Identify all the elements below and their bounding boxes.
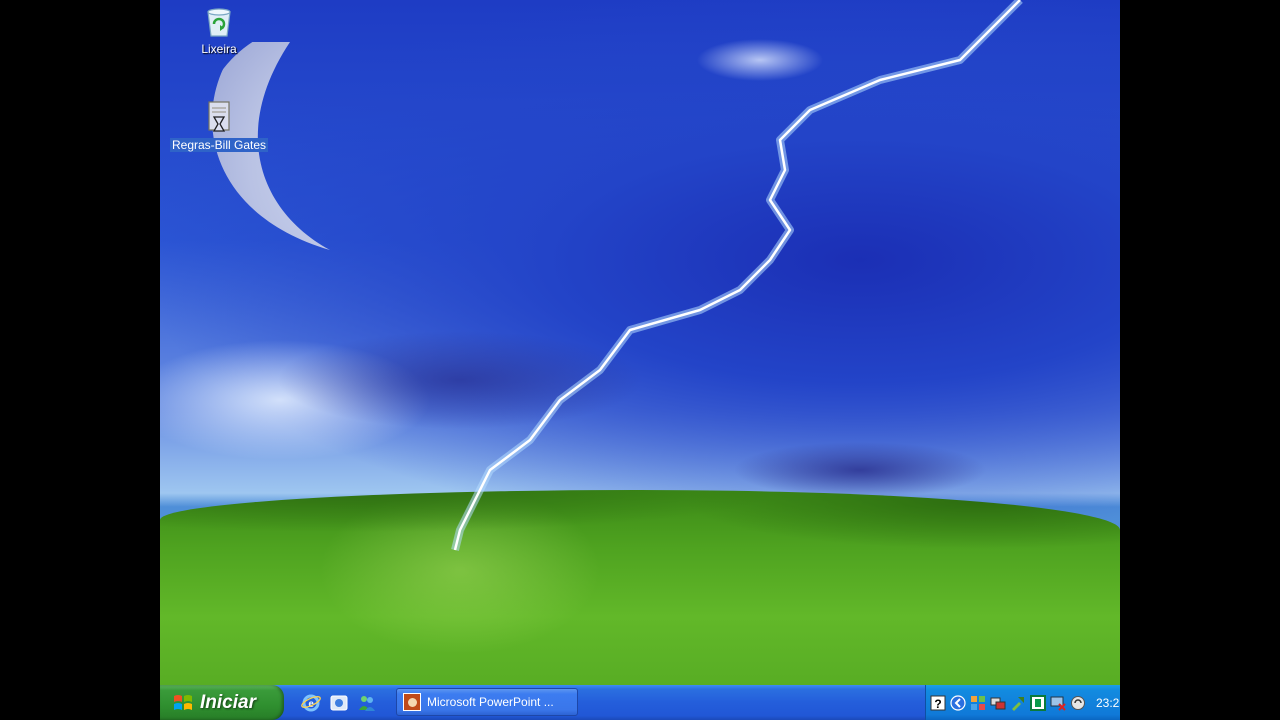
quick-launch-bar: e bbox=[300, 685, 378, 720]
desktop-icon-recycle-bin[interactable]: Lixeira bbox=[164, 4, 274, 56]
desktop-icon-document[interactable]: Regras-Bill Gates bbox=[164, 100, 274, 152]
taskbar: Iniciar e Microsoft PowerPoint ... ? 23:… bbox=[160, 685, 1120, 720]
network-icon[interactable] bbox=[970, 695, 986, 711]
svg-text:?: ? bbox=[934, 697, 941, 711]
start-button[interactable]: Iniciar bbox=[160, 685, 284, 720]
security-icon[interactable] bbox=[1030, 694, 1046, 711]
internet-explorer-icon[interactable]: e bbox=[300, 692, 322, 714]
system-tray: ? 23:27 bbox=[925, 685, 1120, 720]
powerpoint-icon bbox=[403, 693, 421, 711]
desktop-screen: Lixeira Regras-Bill Gates Iniciar e Micr… bbox=[160, 0, 1120, 720]
messenger-icon[interactable] bbox=[356, 692, 378, 714]
task-label: Microsoft PowerPoint ... bbox=[427, 695, 554, 709]
recycle-bin-icon bbox=[202, 4, 236, 38]
windows-logo-icon bbox=[174, 694, 192, 710]
show-desktop-icon[interactable] bbox=[328, 692, 350, 714]
expand-tray-icon[interactable] bbox=[950, 694, 966, 711]
tool-icon[interactable] bbox=[1010, 695, 1026, 711]
monitor-icon[interactable] bbox=[1050, 695, 1066, 711]
clock[interactable]: 23:27 bbox=[1096, 696, 1120, 710]
lightning-graphic bbox=[451, 0, 1023, 551]
desktop-icon-label: Regras-Bill Gates bbox=[169, 138, 269, 152]
start-label: Iniciar bbox=[200, 691, 256, 713]
network-connection-icon[interactable] bbox=[990, 695, 1006, 711]
desktop-icon-label: Lixeira bbox=[201, 42, 237, 56]
document-icon bbox=[202, 100, 236, 134]
help-icon[interactable]: ? bbox=[930, 695, 946, 711]
volume-icon[interactable] bbox=[1070, 695, 1086, 711]
taskbar-button-powerpoint[interactable]: Microsoft PowerPoint ... bbox=[396, 688, 578, 716]
